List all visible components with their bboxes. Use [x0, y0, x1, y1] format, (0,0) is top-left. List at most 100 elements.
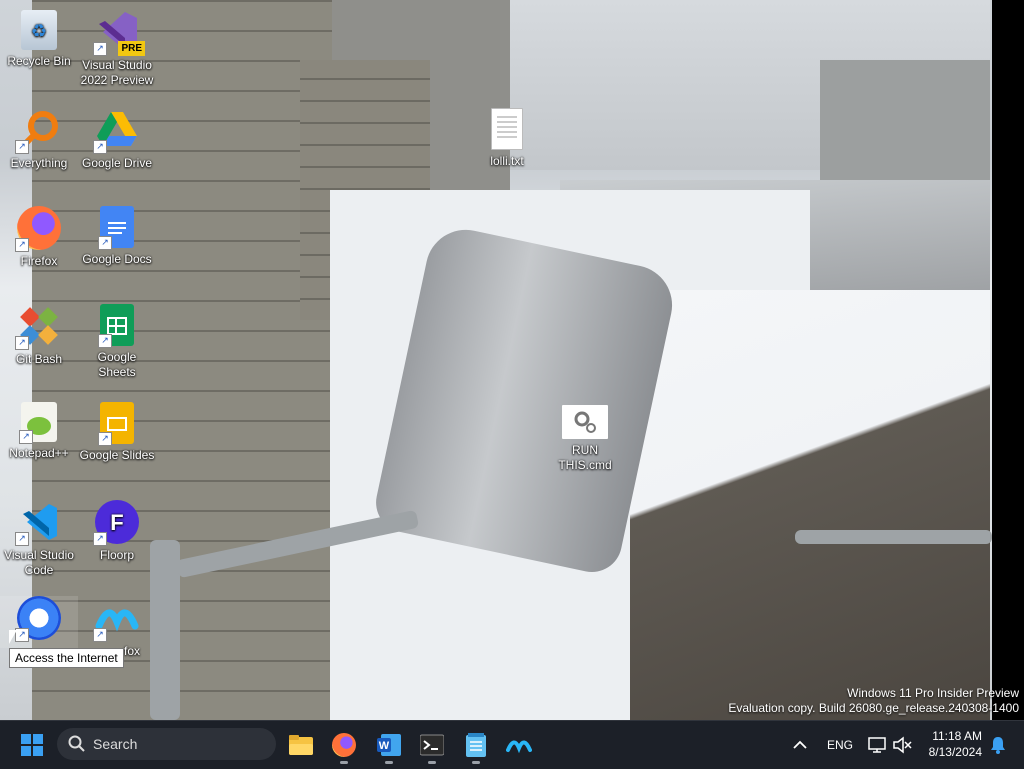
taskbar: Search W ENG 11:18 AM 8/13/2024: [0, 720, 1024, 769]
network-icon: [868, 737, 886, 753]
text-file-icon: [491, 108, 523, 150]
clock-date[interactable]: 8/13/2024: [925, 745, 982, 759]
visual-studio-preview-shortcut[interactable]: PRE ↗ Visual Studio 2022 Preview: [78, 10, 156, 88]
run-this-cmd-file[interactable]: RUN THIS.cmd: [546, 405, 624, 473]
wallpaper-retaining-wall: [630, 290, 990, 720]
shortcut-arrow-icon: ↗: [15, 628, 29, 642]
icon-label: Git Bash: [15, 352, 63, 366]
git-bash-shortcut[interactable]: ↗ Git Bash: [0, 304, 78, 367]
google-sheets-shortcut[interactable]: ↗ Google Sheets: [78, 304, 156, 380]
google-docs-shortcut[interactable]: ↗ Google Docs: [78, 206, 156, 267]
icon-label: Floorp: [99, 548, 134, 562]
show-hidden-icons-button[interactable]: [784, 729, 816, 761]
wallpaper-buildings: [820, 60, 990, 180]
shortcut-arrow-icon: ↗: [93, 42, 107, 56]
visual-studio-icon: PRE ↗: [93, 10, 145, 56]
taskbar-firefox[interactable]: [328, 729, 360, 764]
shortcut-arrow-icon: ↗: [15, 532, 29, 546]
start-button[interactable]: [16, 729, 48, 761]
shortcut-arrow-icon: ↗: [93, 628, 107, 642]
notepad-icon: [466, 733, 486, 757]
chevron-up-icon: [793, 740, 807, 749]
floorp-icon: F ↗: [93, 500, 139, 546]
volume-button[interactable]: [886, 729, 918, 761]
terminal-icon: [420, 734, 444, 756]
taskbar-notepad[interactable]: [460, 729, 492, 764]
icon-label: lolli.txt: [490, 154, 524, 168]
shortcut-arrow-icon: ↗: [98, 334, 112, 348]
bell-icon: [991, 737, 1005, 754]
google-slides-icon: ↗: [98, 402, 134, 446]
running-indicator: [385, 761, 393, 764]
gear-file-icon: [562, 405, 608, 439]
running-indicator: [472, 761, 480, 764]
recycle-bin-icon: ♻: [21, 10, 57, 50]
icon-label: Google Docs: [82, 252, 152, 266]
shortcut-arrow-icon: ↗: [98, 432, 112, 446]
taskbar-word[interactable]: W: [373, 729, 405, 764]
waterfox-icon: [506, 740, 532, 754]
waterfox-icon: ↗: [93, 596, 139, 642]
shortcut-arrow-icon: ↗: [98, 236, 112, 250]
icon-label: Visual Studio 2022 Preview: [80, 58, 154, 87]
icon-label: Google Drive: [81, 156, 153, 170]
icon-label: Recycle Bin: [7, 54, 71, 68]
icon-label: Firefox: [20, 254, 58, 268]
git-bash-icon: ↗: [15, 304, 61, 350]
icon-label: Notepad++: [9, 446, 69, 460]
volume-muted-icon: [893, 736, 912, 754]
icon-label: Everything: [10, 156, 68, 170]
google-drive-icon: ↗: [93, 108, 139, 154]
tooltip: Access the Internet: [9, 648, 124, 668]
shortcut-arrow-icon: ↗: [15, 238, 29, 252]
svg-text:♻: ♻: [31, 21, 47, 41]
taskbar-waterfox[interactable]: [503, 729, 535, 761]
file-explorer-icon: [289, 735, 313, 755]
wallpaper-railing: [795, 530, 992, 544]
language-indicator[interactable]: ENG: [827, 738, 853, 752]
notepad-plus-plus-shortcut[interactable]: ↗ Notepad++: [0, 402, 78, 461]
firefox-icon: ↗: [15, 206, 61, 252]
google-drive-shortcut[interactable]: ↗ Google Drive: [78, 108, 156, 171]
firefox-icon: [332, 733, 356, 757]
firefox-shortcut[interactable]: ↗ Firefox: [0, 206, 78, 269]
running-indicator: [428, 761, 436, 764]
running-indicator: [340, 761, 348, 764]
google-docs-icon: ↗: [98, 206, 134, 250]
wallpaper-border: [992, 0, 1024, 720]
notifications-button[interactable]: [982, 729, 1014, 761]
windows-start-icon: [21, 734, 43, 756]
shortcut-arrow-icon: ↗: [93, 140, 107, 154]
svg-text:W: W: [379, 740, 390, 752]
watermark-line-1: Windows 11 Pro Insider Preview: [847, 686, 1019, 700]
svg-text:F: F: [110, 510, 123, 535]
shortcut-arrow-icon: ↗: [93, 532, 107, 546]
shortcut-arrow-icon: ↗: [19, 430, 33, 444]
preview-badge: PRE: [118, 41, 145, 56]
shortcut-arrow-icon: ↗: [15, 140, 29, 154]
search-label: Search: [93, 736, 138, 752]
icon-label: Google Slides: [79, 448, 155, 462]
lolli-txt-file[interactable]: lolli.txt: [468, 108, 546, 169]
search-icon: [68, 735, 85, 752]
taskbar-file-explorer[interactable]: [285, 729, 317, 761]
google-slides-shortcut[interactable]: ↗ Google Slides: [78, 402, 156, 463]
vscode-shortcut[interactable]: ↗ Visual Studio Code: [0, 500, 78, 578]
watermark-line-2: Evaluation copy. Build 26080.ge_release.…: [728, 701, 1019, 715]
desktop[interactable]: ♻ Recycle Bin ↗ Everything ↗ Firefox ↗ G…: [0, 0, 1024, 720]
clock-time[interactable]: 11:18 AM: [930, 729, 982, 743]
vscode-icon: ↗: [15, 500, 61, 546]
icon-label: Visual Studio Code: [4, 548, 74, 577]
taskbar-terminal[interactable]: [416, 729, 448, 764]
search-magnifier-icon: ↗: [15, 108, 61, 154]
notepad-plus-plus-icon: ↗: [19, 402, 57, 444]
word-icon: W: [377, 734, 401, 756]
mouse-cursor-icon: [9, 630, 17, 644]
icon-label: Google Sheets: [97, 350, 137, 379]
shortcut-arrow-icon: ↗: [15, 336, 29, 350]
recycle-bin-shortcut[interactable]: ♻ Recycle Bin: [0, 10, 78, 69]
floorp-shortcut[interactable]: F ↗ Floorp: [78, 500, 156, 563]
everything-shortcut[interactable]: ↗ Everything: [0, 108, 78, 171]
taskbar-search-box[interactable]: Search: [57, 728, 276, 760]
google-sheets-icon: ↗: [98, 304, 134, 348]
